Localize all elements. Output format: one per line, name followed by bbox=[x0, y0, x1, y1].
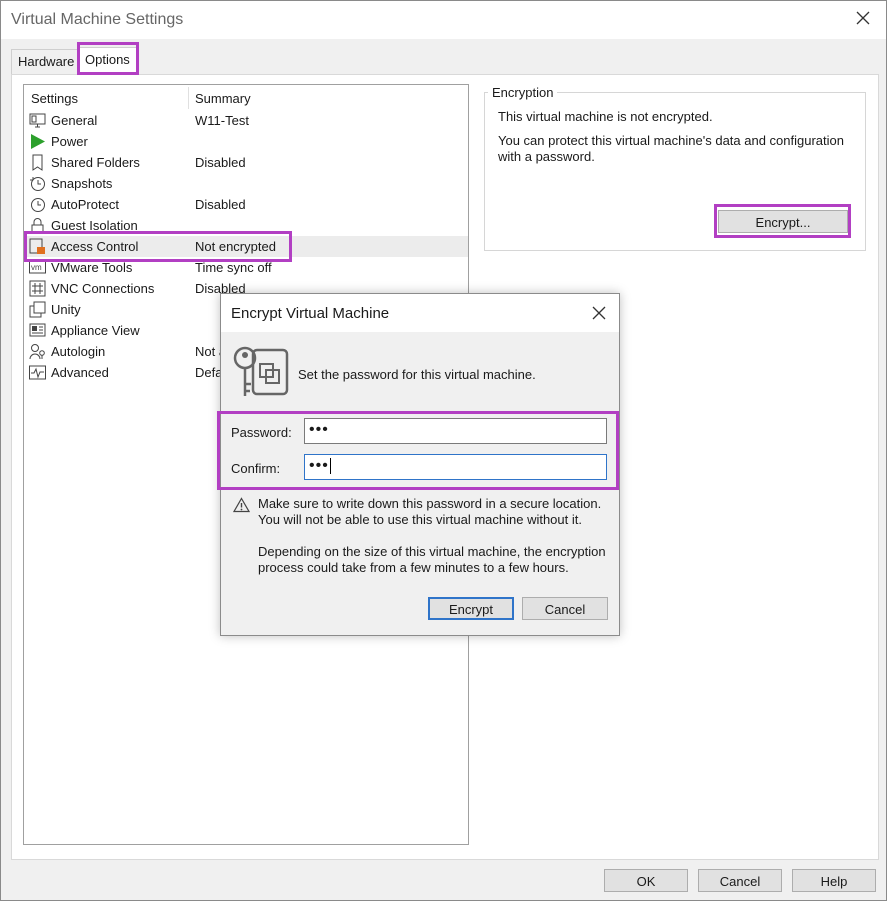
snapshot-clock-icon bbox=[29, 175, 46, 192]
column-header-summary[interactable]: Summary bbox=[195, 91, 251, 106]
encryption-description-line2: with a password. bbox=[498, 149, 595, 164]
settings-row-label: Access Control bbox=[51, 239, 139, 254]
settings-row-label: Autologin bbox=[51, 344, 106, 359]
settings-row-label: General bbox=[51, 113, 98, 128]
dialog-encrypt-button[interactable]: Encrypt bbox=[428, 597, 514, 620]
vnc-icon bbox=[29, 280, 46, 297]
encrypt-vm-dialog: Encrypt Virtual Machine Set the password… bbox=[217, 293, 620, 636]
settings-row-guest-isolation[interactable]: Guest Isolation bbox=[24, 215, 468, 236]
dialog-title-bar: Encrypt Virtual Machine bbox=[221, 294, 619, 332]
warning-line2: You will not be able to use this virtual… bbox=[258, 512, 582, 527]
settings-row-summary: Not encrypted bbox=[195, 239, 276, 254]
tab-options[interactable]: Options bbox=[78, 47, 137, 75]
folder-icon bbox=[29, 154, 46, 171]
settings-row-shared-folders[interactable]: Shared Folders Disabled bbox=[24, 152, 468, 173]
settings-row-label: Guest Isolation bbox=[51, 218, 138, 233]
ok-button[interactable]: OK bbox=[604, 869, 688, 892]
info-line2: process could take from a few minutes to… bbox=[258, 560, 569, 575]
encryption-group-label: Encryption bbox=[488, 85, 558, 100]
settings-row-autoprotect[interactable]: AutoProtect Disabled bbox=[24, 194, 468, 215]
encryption-key-icon bbox=[233, 346, 289, 396]
column-separator bbox=[188, 87, 189, 109]
play-icon bbox=[29, 133, 46, 150]
help-button[interactable]: Help bbox=[792, 869, 876, 892]
warning-line1: Make sure to write down this password in… bbox=[258, 496, 602, 511]
encryption-description-line1: You can protect this virtual machine's d… bbox=[498, 133, 844, 148]
access-control-icon bbox=[29, 238, 46, 255]
info-line1: Depending on the size of this virtual ma… bbox=[258, 544, 606, 559]
text-caret bbox=[329, 457, 331, 474]
settings-row-summary: Disabled bbox=[195, 197, 246, 212]
confirm-label: Confirm: bbox=[231, 461, 281, 476]
clock-icon bbox=[29, 196, 46, 213]
settings-row-label: Advanced bbox=[51, 365, 109, 380]
settings-row-label: Appliance View bbox=[51, 323, 140, 338]
dialog-instruction: Set the password for this virtual machin… bbox=[298, 367, 536, 382]
column-header-settings[interactable]: Settings bbox=[31, 91, 78, 106]
title-bar: Virtual Machine Settings bbox=[1, 1, 886, 39]
settings-window: Virtual Machine Settings Hardware Option… bbox=[0, 0, 887, 901]
cancel-button[interactable]: Cancel bbox=[698, 869, 782, 892]
encrypt-settings-button[interactable]: Encrypt... bbox=[718, 210, 848, 233]
password-field[interactable]: ••• bbox=[304, 418, 607, 444]
settings-row-power[interactable]: Power bbox=[24, 131, 468, 152]
dialog-close-icon[interactable] bbox=[591, 305, 607, 321]
settings-row-label: Power bbox=[51, 134, 88, 149]
settings-row-summary: Defa bbox=[195, 365, 223, 380]
dialog-title: Encrypt Virtual Machine bbox=[231, 305, 390, 322]
user-key-icon bbox=[29, 343, 46, 360]
settings-row-summary: Time sync off bbox=[195, 260, 272, 275]
vm-icon: vm bbox=[29, 259, 46, 276]
settings-row-access-control[interactable]: Access Control Not encrypted bbox=[24, 236, 468, 257]
settings-row-label: VMware Tools bbox=[51, 260, 133, 275]
settings-row-vmware-tools[interactable]: vm VMware Tools Time sync off bbox=[24, 257, 468, 278]
settings-row-label: Snapshots bbox=[51, 176, 113, 191]
settings-row-general[interactable]: General W11-Test bbox=[24, 110, 468, 131]
lock-icon bbox=[29, 217, 46, 234]
svg-text:vm: vm bbox=[31, 263, 42, 272]
close-icon[interactable] bbox=[854, 9, 872, 27]
confirm-field[interactable]: ••• bbox=[304, 454, 607, 480]
pulse-icon bbox=[29, 364, 46, 381]
settings-row-label: Shared Folders bbox=[51, 155, 140, 170]
encryption-group: This virtual machine is not encrypted. Y… bbox=[484, 92, 866, 251]
window-title: Virtual Machine Settings bbox=[11, 11, 184, 28]
settings-row-summary: W11-Test bbox=[195, 113, 249, 128]
settings-row-label: AutoProtect bbox=[51, 197, 119, 212]
password-label: Password: bbox=[231, 425, 292, 440]
settings-row-label: VNC Connections bbox=[51, 281, 155, 296]
settings-row-label: Unity bbox=[51, 302, 81, 317]
appliance-icon bbox=[29, 322, 46, 339]
dialog-cancel-button[interactable]: Cancel bbox=[522, 597, 608, 620]
monitor-icon bbox=[29, 112, 46, 129]
tab-hardware[interactable]: Hardware bbox=[11, 49, 82, 74]
encryption-status: This virtual machine is not encrypted. bbox=[498, 109, 713, 124]
settings-row-snapshots[interactable]: Snapshots bbox=[24, 173, 468, 194]
settings-row-summary: Disabled bbox=[195, 155, 246, 170]
warning-icon bbox=[233, 497, 250, 513]
unity-icon bbox=[29, 301, 46, 318]
